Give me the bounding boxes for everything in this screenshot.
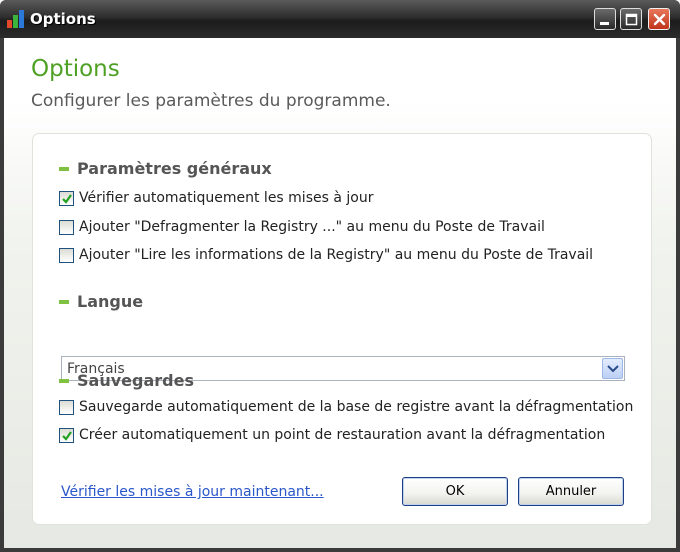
check-icon	[62, 431, 72, 441]
close-icon	[653, 13, 666, 26]
maximize-button[interactable]	[620, 8, 642, 30]
option-add-read-menu-label: Ajouter "Lire les informations de la Reg…	[79, 247, 594, 263]
checkbox-add-read-menu[interactable]	[59, 248, 74, 263]
options-window: Options Options Configurer les paramètre…	[0, 0, 680, 552]
chevron-down-icon	[607, 365, 619, 373]
ok-button[interactable]: OK	[402, 477, 508, 506]
check-icon	[62, 194, 72, 204]
title-bar[interactable]: Options	[0, 0, 680, 38]
page-title: Options	[31, 56, 120, 82]
minimize-button[interactable]	[594, 8, 616, 30]
checkbox-backup-registry[interactable]	[59, 400, 74, 415]
minimize-icon	[600, 22, 609, 25]
option-add-defrag-menu-label: Ajouter "Defragmenter la Registry ..." a…	[79, 219, 545, 235]
dialog-body: Options Configurer les paramètres du pro…	[4, 38, 676, 548]
checkbox-restore-point[interactable]	[59, 428, 74, 443]
window-title: Options	[30, 10, 96, 28]
app-icon	[7, 10, 25, 28]
page-subtitle: Configurer les paramètres du programme.	[31, 91, 391, 111]
check-updates-link[interactable]: Vérifier les mises à jour maintenant...	[61, 484, 324, 500]
section-bar-icon	[59, 300, 69, 304]
option-restore-point-label: Créer automatiquement un point de restau…	[79, 427, 606, 443]
dropdown-button[interactable]	[602, 358, 623, 379]
checkbox-auto-update[interactable]	[59, 191, 74, 206]
settings-panel: Paramètres généraux Vérifier automatique…	[32, 133, 652, 525]
close-button[interactable]	[648, 8, 670, 30]
option-auto-update-label: Vérifier automatiquement les mises à jou…	[79, 190, 374, 206]
cancel-button[interactable]: Annuler	[518, 477, 624, 506]
checkbox-add-defrag-menu[interactable]	[59, 220, 74, 235]
option-backup-registry-label: Sauvegarde automatiquement de la base de…	[79, 399, 634, 415]
maximize-icon	[625, 13, 638, 26]
section-general-heading: Paramètres généraux	[77, 159, 272, 178]
section-backups-heading: Sauvegardes	[77, 371, 194, 390]
section-bar-icon	[59, 167, 69, 171]
section-language-heading: Langue	[77, 292, 144, 311]
section-bar-icon	[59, 379, 69, 383]
